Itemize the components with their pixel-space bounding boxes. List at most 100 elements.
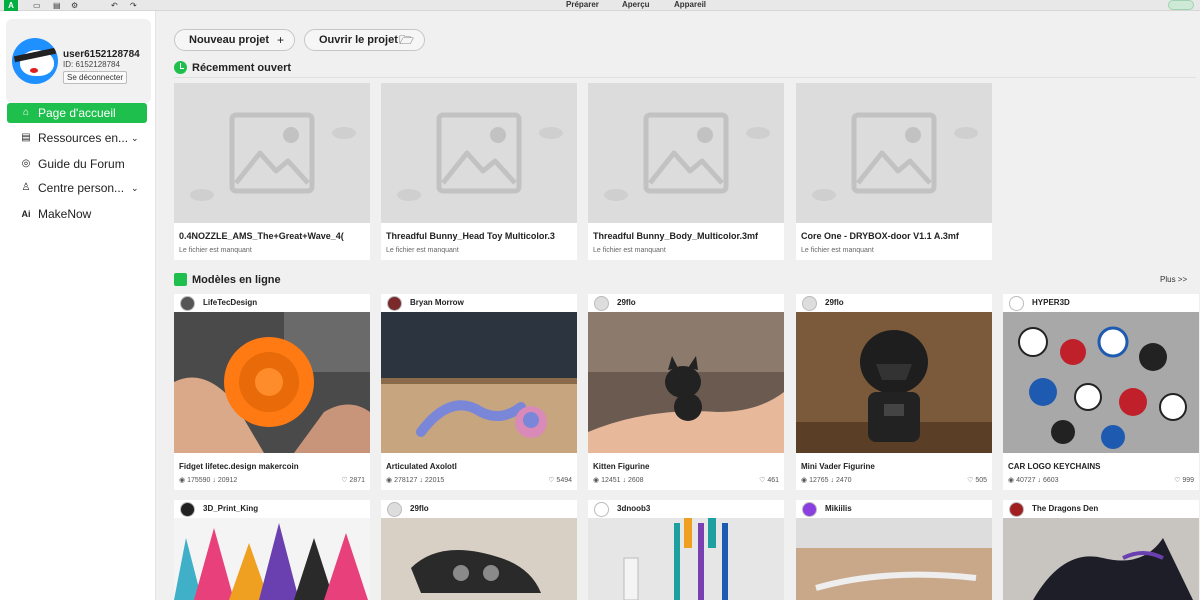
author-avatar: [802, 296, 817, 311]
model-author: Bryan Morrow: [410, 298, 464, 307]
views-icon: ◉: [386, 477, 393, 484]
model-title: Fidget lifetec.design makercoin: [179, 462, 299, 471]
tab-appareil[interactable]: Appareil: [674, 0, 706, 10]
model-card[interactable]: 29flo Mini Vader Figurine ◉ 12765 ↓ 2470…: [796, 294, 992, 490]
model-author: Mikiilis: [825, 504, 852, 513]
recent-item[interactable]: 0.4NOZZLE_AMS_The+Great+Wave_4( Le fichi…: [174, 83, 370, 260]
model-stats: ◉ 12451 ↓ 2608 ♡ 461: [593, 476, 779, 484]
heart-icon: ♡: [967, 477, 974, 484]
model-title: Mini Vader Figurine: [801, 462, 875, 471]
model-card[interactable]: 29flo Kitten Figurine ◉ 12451 ↓ 2608 ♡ 4…: [588, 294, 784, 490]
downloads-count: 22015: [424, 477, 445, 484]
downloads-count: 6603: [1042, 477, 1059, 484]
download-icon: ↓: [419, 477, 423, 484]
model-author: HYPER3D: [1032, 298, 1070, 307]
views-icon: ◉: [1008, 477, 1015, 484]
model-thumbnail: [174, 312, 370, 453]
person-icon: ♙: [21, 182, 31, 193]
recent-item[interactable]: Threadful Bunny_Head Toy Multicolor.3 Le…: [381, 83, 577, 260]
model-card[interactable]: 3D_Print_King: [174, 500, 370, 600]
model-card[interactable]: 29flo: [381, 500, 577, 600]
app-logo: A: [4, 0, 18, 11]
recent-file-name: Core One - DRYBOX-door V1.1 A.3mf: [801, 231, 959, 241]
recent-file-name: Threadful Bunny_Body_Multicolor.3mf: [593, 231, 759, 241]
model-thumbnail: [174, 518, 370, 600]
home-icon: ⌂: [22, 107, 30, 118]
author-avatar: [802, 502, 817, 517]
recent-file-name: 0.4NOZZLE_AMS_The+Great+Wave_4(: [179, 231, 344, 241]
model-author: 29flo: [617, 298, 636, 307]
model-card[interactable]: 3dnoob3: [588, 500, 784, 600]
sidebar-item-label: Ressources en...: [38, 131, 129, 145]
redo-icon[interactable]: ↷: [130, 0, 137, 11]
recent-item[interactable]: Core One - DRYBOX-door V1.1 A.3mf Le fic…: [796, 83, 992, 260]
sidebar: user6152128784 ID: 6152128784 Se déconne…: [0, 11, 156, 600]
folder-open-icon: 🗁: [399, 33, 414, 47]
tab-apercu[interactable]: Aperçu: [622, 0, 650, 10]
heart-icon: ♡: [759, 477, 766, 484]
model-card[interactable]: The Dragons Den: [1003, 500, 1199, 600]
downloads-count: 2608: [627, 477, 644, 484]
placeholder-image-icon: [381, 83, 577, 223]
folder-icon[interactable]: ▭: [33, 0, 41, 11]
heart-icon: ♡: [548, 477, 555, 484]
author-avatar: [180, 502, 195, 517]
sidebar-item-forum-guide[interactable]: ◎ Guide du Forum: [7, 154, 147, 174]
undo-icon[interactable]: ↶: [111, 0, 118, 11]
new-project-button[interactable]: Nouveau projet +: [174, 29, 295, 51]
model-thumbnail: [588, 312, 784, 453]
sidebar-item-personal-center[interactable]: ♙ Centre person... ⌄: [7, 178, 147, 198]
recent-file-name: Threadful Bunny_Head Toy Multicolor.3: [386, 231, 555, 241]
recent-file-status: Le fichier est manquant: [386, 247, 459, 254]
author-avatar: [1009, 502, 1024, 517]
sidebar-item-resources[interactable]: ▤ Ressources en... ⌄: [7, 128, 147, 148]
window-control-button[interactable]: [1168, 0, 1194, 10]
placeholder-image-icon: [174, 83, 370, 223]
recent-item[interactable]: Threadful Bunny_Body_Multicolor.3mf Le f…: [588, 83, 784, 260]
model-title: Kitten Figurine: [593, 462, 650, 471]
username: user6152128784: [63, 49, 140, 60]
model-card[interactable]: Bryan Morrow Articulated Axolotl ◉ 27812…: [381, 294, 577, 490]
likes-count: 461: [767, 477, 779, 484]
views-icon: ◉: [179, 477, 186, 484]
sidebar-item-makenow[interactable]: Ai MakeNow: [7, 204, 147, 224]
open-project-button[interactable]: Ouvrir le projet 🗁: [304, 29, 425, 51]
model-author: 3D_Print_King: [203, 504, 259, 513]
chevron-down-icon: ⌄: [131, 133, 139, 143]
tab-preparer[interactable]: Préparer: [566, 0, 599, 10]
author-avatar: [1009, 296, 1024, 311]
model-card[interactable]: HYPER3D CAR LOGO KEYCHAINS ◉ 40727 ↓ 660…: [1003, 294, 1199, 490]
placeholder-image-icon: [796, 83, 992, 223]
recent-file-status: Le fichier est manquant: [801, 247, 874, 254]
chevron-down-icon: ⌄: [131, 183, 139, 193]
sidebar-item-home[interactable]: ⌂ Page d'accueil: [7, 103, 147, 123]
model-thumbnail: [381, 518, 577, 600]
sidebar-item-label: Page d'accueil: [38, 106, 116, 120]
likes-count: 5494: [556, 477, 572, 484]
model-stats: ◉ 40727 ↓ 6603 ♡ 999: [1008, 476, 1194, 484]
author-avatar: [594, 296, 609, 311]
model-author: 29flo: [825, 298, 844, 307]
model-card[interactable]: LifeTecDesign Fidget lifetec.design make…: [174, 294, 370, 490]
model-title: Articulated Axolotl: [386, 462, 457, 471]
user-card: user6152128784 ID: 6152128784 Se déconne…: [6, 19, 151, 103]
placeholder-image-icon: [588, 83, 784, 223]
author-avatar: [387, 502, 402, 517]
recent-file-status: Le fichier est manquant: [593, 247, 666, 254]
model-thumbnail: [1003, 312, 1199, 453]
more-link[interactable]: Plus >>: [1160, 275, 1187, 284]
views-count: 12451: [601, 477, 621, 484]
section-divider: [174, 77, 1196, 78]
gear-icon[interactable]: ⚙: [71, 0, 78, 11]
model-author: 3dnoob3: [617, 504, 651, 513]
download-icon: ↓: [1037, 477, 1041, 484]
views-icon: ◉: [593, 477, 600, 484]
logout-button[interactable]: Se déconnecter: [63, 71, 128, 84]
resources-icon: ▤: [21, 132, 31, 143]
model-card[interactable]: Mikiilis: [796, 500, 992, 600]
model-stats: ◉ 175590 ↓ 20912 ♡ 2871: [179, 476, 365, 484]
recent-section-title: Récemment ouvert: [192, 62, 292, 74]
save-icon[interactable]: ▤: [53, 0, 61, 11]
avatar[interactable]: [12, 38, 58, 84]
views-icon: ◉: [801, 477, 808, 484]
